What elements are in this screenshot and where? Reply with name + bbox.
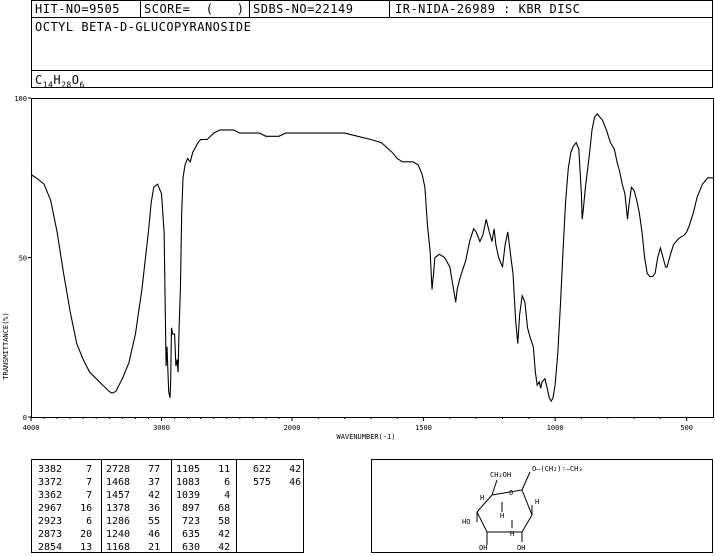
peak-row: 1105 11	[176, 464, 231, 475]
y-axis-label: TRANSMITTANCE(%)	[2, 312, 10, 379]
molecule-structure: CH₂OH O—(CH₂)₇—CH₃ O H H H H HO OH OH	[462, 465, 583, 552]
x-tick-label: 4000	[23, 424, 40, 432]
plot-frame	[31, 98, 714, 418]
h-label: H	[500, 512, 504, 520]
peak-row: 1286 55	[106, 516, 161, 527]
peak-row: 3372 7	[38, 477, 93, 488]
peak-row: 897 68	[176, 503, 231, 514]
h-label: H	[510, 530, 514, 538]
compound-name: OCTYL BETA-D-GLUCOPYRANOSIDE	[35, 20, 252, 34]
h-label: H	[480, 494, 484, 502]
peak-row: 630 42	[176, 542, 231, 553]
h-label: H	[535, 498, 539, 506]
oh-label: OH	[479, 544, 487, 552]
peak-row: 2967 16	[38, 503, 93, 514]
peak-row: 723 58	[176, 516, 231, 527]
peak-row: 3362 7	[38, 490, 93, 501]
alkyl-chain-label: O—(CH₂)₇—CH₃	[532, 465, 583, 473]
structure-panel: CH₂OH O—(CH₂)₇—CH₃ O H H H H HO OH OH	[371, 459, 713, 553]
x-tick-label: 2000	[284, 424, 301, 432]
y-tick-label: 0	[23, 414, 27, 422]
x-tick-label: 1500	[415, 424, 432, 432]
peak-row: 2923 6	[38, 516, 93, 527]
score: SCORE= ( )	[144, 2, 245, 16]
header-frame	[31, 0, 713, 88]
x-tick-label: 500	[680, 424, 693, 432]
peak-row: 1468 37	[106, 477, 161, 488]
x-tick-label: 1000	[547, 424, 564, 432]
ring-oxygen-label: O	[509, 489, 513, 497]
peak-row: 1457 42	[106, 490, 161, 501]
peak-row: 1083 6	[176, 477, 231, 488]
y-tick-label: 100	[14, 95, 27, 103]
x-tick-label: 3000	[153, 424, 170, 432]
peak-row: 1168 21	[106, 542, 161, 553]
peak-row: 3382 7	[38, 464, 93, 475]
peak-row: 1378 36	[106, 503, 161, 514]
peak-row: 635 42	[176, 529, 231, 540]
peak-row: 1039 4	[176, 490, 231, 501]
peak-row: 1240 46	[106, 529, 161, 540]
sdbs-number: SDBS-NO=22149	[253, 2, 354, 16]
ch2oh-label: CH₂OH	[490, 471, 511, 479]
hit-number: HIT-NO=9505	[35, 2, 120, 16]
x-axis-label: WAVENUMBER(-1)	[336, 433, 395, 441]
spectrum-line	[30, 113, 713, 403]
oh-label: OH	[517, 544, 525, 552]
ir-nida-number: IR-NIDA-26989 : KBR DISC	[395, 2, 581, 16]
peak-row: 622 42	[247, 464, 302, 475]
peak-row: 2728 77	[106, 464, 161, 475]
y-tick-label: 50	[19, 255, 27, 263]
ir-spectrum-chart: 4000 3000 2000 1500 1000 500 0 50 100 WAVENUMBER…	[2, 95, 714, 441]
peak-table: 3382 7 3372 7 3362 7 2967 16 2923 6 2873 20 28…	[31, 459, 304, 553]
peak-row: 2854 13	[38, 542, 93, 553]
peak-row: 575 46	[247, 477, 302, 488]
spectrum-header: HIT-NO=9505 SCORE= ( ) SDBS-NO=22149 IR-…	[31, 0, 713, 89]
peak-row: 2873 20	[38, 529, 93, 540]
ho-label: HO	[462, 518, 470, 526]
